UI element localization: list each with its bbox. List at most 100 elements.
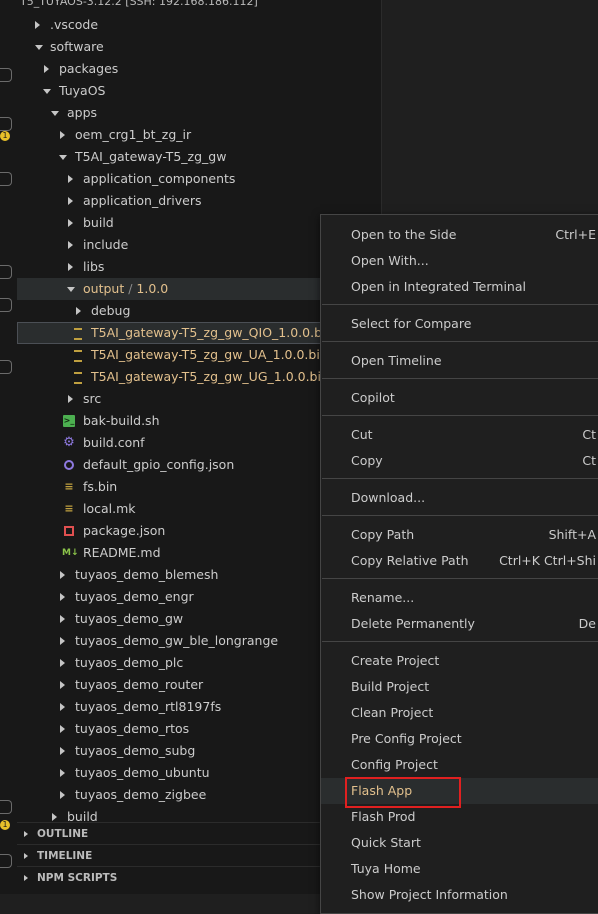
tree-item-label: .vscode [50, 17, 99, 32]
tree-item-label: software [50, 39, 104, 54]
tree-item-label: bak-build.sh [83, 413, 160, 428]
menu-item-tuya-home[interactable]: Tuya Home [321, 856, 598, 882]
menu-item-open-with[interactable]: Open With... [321, 248, 598, 274]
menu-item-clean-project[interactable]: Clean Project [321, 700, 598, 726]
tree-item-vscode[interactable]: .vscode [17, 14, 382, 36]
chevron-right-icon [24, 831, 28, 837]
menu-item-label: Open to the Side [351, 227, 457, 242]
chevron-right-icon [60, 571, 65, 579]
menu-item-select-compare[interactable]: Select for Compare [321, 311, 598, 337]
menu-item-label: Config Project [351, 757, 438, 772]
menu-item-label: Select for Compare [351, 316, 472, 331]
chevron-down-icon [51, 111, 59, 116]
tree-item-label: tuyaos_demo_rtl8197fs [75, 699, 222, 714]
chevron-right-icon [60, 131, 65, 139]
menu-item-copy[interactable]: Copy Ct [321, 448, 598, 474]
menu-item-pre-config-project[interactable]: Pre Config Project [321, 726, 598, 752]
chevron-right-icon [68, 263, 73, 271]
menu-separator [322, 304, 598, 305]
tree-item-software[interactable]: software [17, 36, 382, 58]
menu-item-open-timeline[interactable]: Open Timeline [321, 348, 598, 374]
chevron-right-icon [68, 219, 73, 227]
menu-item-open-terminal[interactable]: Open in Integrated Terminal [321, 274, 598, 300]
binary-file-icon: ≡ [64, 480, 74, 493]
activity-bar: 1 1 [0, 0, 17, 894]
makefile-icon: ≡ [64, 502, 74, 515]
menu-item-download[interactable]: Download... [321, 485, 598, 511]
tree-item-application-drivers[interactable]: application_drivers [17, 190, 382, 212]
tree-item-label: apps [67, 105, 98, 120]
menu-item-copy-relative-path[interactable]: Copy Relative Path Ctrl+K Ctrl+Shi [321, 548, 598, 574]
chevron-right-icon [60, 615, 65, 623]
tree-item-label: tuyaos_demo_ubuntu [75, 765, 210, 780]
chevron-right-icon [52, 813, 57, 821]
menu-item-show-project-info[interactable]: Show Project Information [321, 882, 598, 908]
workspace-root-header[interactable]: T5_TUYAOS-3.12.2 [SSH: 192.168.186.112] [20, 0, 258, 11]
npm-package-icon [64, 526, 74, 536]
menu-item-quick-start[interactable]: Quick Start [321, 830, 598, 856]
tree-item-oem[interactable]: oem_crg1_bt_zg_ir [17, 124, 382, 146]
binary-file-icon [74, 350, 82, 362]
menu-separator [322, 415, 598, 416]
tree-item-label: tuyaos_demo_zigbee [75, 787, 207, 802]
chevron-down-icon [35, 45, 43, 50]
tree-item-label: application_drivers [83, 193, 202, 208]
section-label: NPM SCRIPTS [37, 872, 118, 884]
menu-item-label: Create Project [351, 653, 440, 668]
menu-item-open-to-side[interactable]: Open to the Side Ctrl+E [321, 222, 598, 248]
binary-file-icon [74, 372, 82, 384]
menu-item-cut[interactable]: Cut Ct [321, 422, 598, 448]
chevron-down-icon [43, 89, 51, 94]
menu-item-copilot[interactable]: Copilot [321, 385, 598, 411]
chevron-right-icon [35, 21, 40, 29]
run-debug-icon[interactable] [0, 360, 12, 374]
menu-item-copy-path[interactable]: Copy Path Shift+A [321, 522, 598, 548]
tree-item-label: T5AI_gateway-T5_zg_gw_QIO_1.0.0.bin [91, 325, 334, 340]
menu-item-config-project[interactable]: Config Project [321, 752, 598, 778]
remote-icon[interactable] [0, 265, 12, 279]
menu-item-delete-permanently[interactable]: Delete Permanently De [321, 611, 598, 637]
json-file-icon [64, 460, 74, 470]
menu-item-rename[interactable]: Rename... [321, 585, 598, 611]
menu-item-label: Build Project [351, 679, 430, 694]
tree-item-application-components[interactable]: application_components [17, 168, 382, 190]
binary-file-icon [74, 328, 82, 340]
menu-separator [322, 341, 598, 342]
menu-item-label: Copilot [351, 390, 395, 405]
tree-item-label: tuyaos_demo_router [75, 677, 204, 692]
context-menu: Open to the Side Ctrl+E Open With... Open… [320, 214, 598, 914]
tree-item-label: tuyaos_demo_subg [75, 743, 196, 758]
tree-item-tuyaos[interactable]: TuyaOS [17, 80, 382, 102]
testing-icon[interactable] [0, 298, 12, 312]
tree-item-label: src [83, 391, 102, 406]
menu-item-shortcut: Ct [582, 427, 596, 442]
tree-item-packages[interactable]: packages [17, 58, 382, 80]
menu-separator [322, 515, 598, 516]
menu-item-label: Copy [351, 453, 383, 468]
menu-separator [322, 641, 598, 642]
extensions-icon[interactable] [0, 172, 12, 186]
menu-item-build-project[interactable]: Build Project [321, 674, 598, 700]
chevron-right-icon [60, 681, 65, 689]
menu-item-create-project[interactable]: Create Project [321, 648, 598, 674]
chevron-right-icon [60, 769, 65, 777]
tree-item-t5ai-gateway[interactable]: T5AI_gateway-T5_zg_gw [17, 146, 382, 168]
shell-script-icon: >_ [63, 415, 75, 427]
tree-item-label: fs.bin [83, 479, 118, 494]
tree-item-label: application_components [83, 171, 236, 186]
tree-item-label: default_gpio_config.json [83, 457, 235, 472]
accounts-icon[interactable] [0, 800, 12, 814]
chevron-right-icon [60, 725, 65, 733]
tree-item-apps[interactable]: apps [17, 102, 382, 124]
menu-item-label: Copy Relative Path [351, 553, 469, 568]
accounts-badge: 1 [0, 820, 10, 830]
source-control-icon[interactable] [0, 117, 12, 131]
tree-item-label: output / 1.0.0 [83, 281, 169, 296]
tree-item-label: tuyaos_demo_gw [75, 611, 184, 626]
search-icon[interactable] [0, 68, 12, 82]
menu-item-label: Open in Integrated Terminal [351, 279, 526, 294]
chevron-right-icon [60, 791, 65, 799]
tree-item-label: T5AI_gateway-T5_zg_gw_UA_1.0.0.bin [91, 347, 328, 362]
manage-gear-icon[interactable] [0, 854, 12, 868]
menu-item-label: Open With... [351, 253, 429, 268]
